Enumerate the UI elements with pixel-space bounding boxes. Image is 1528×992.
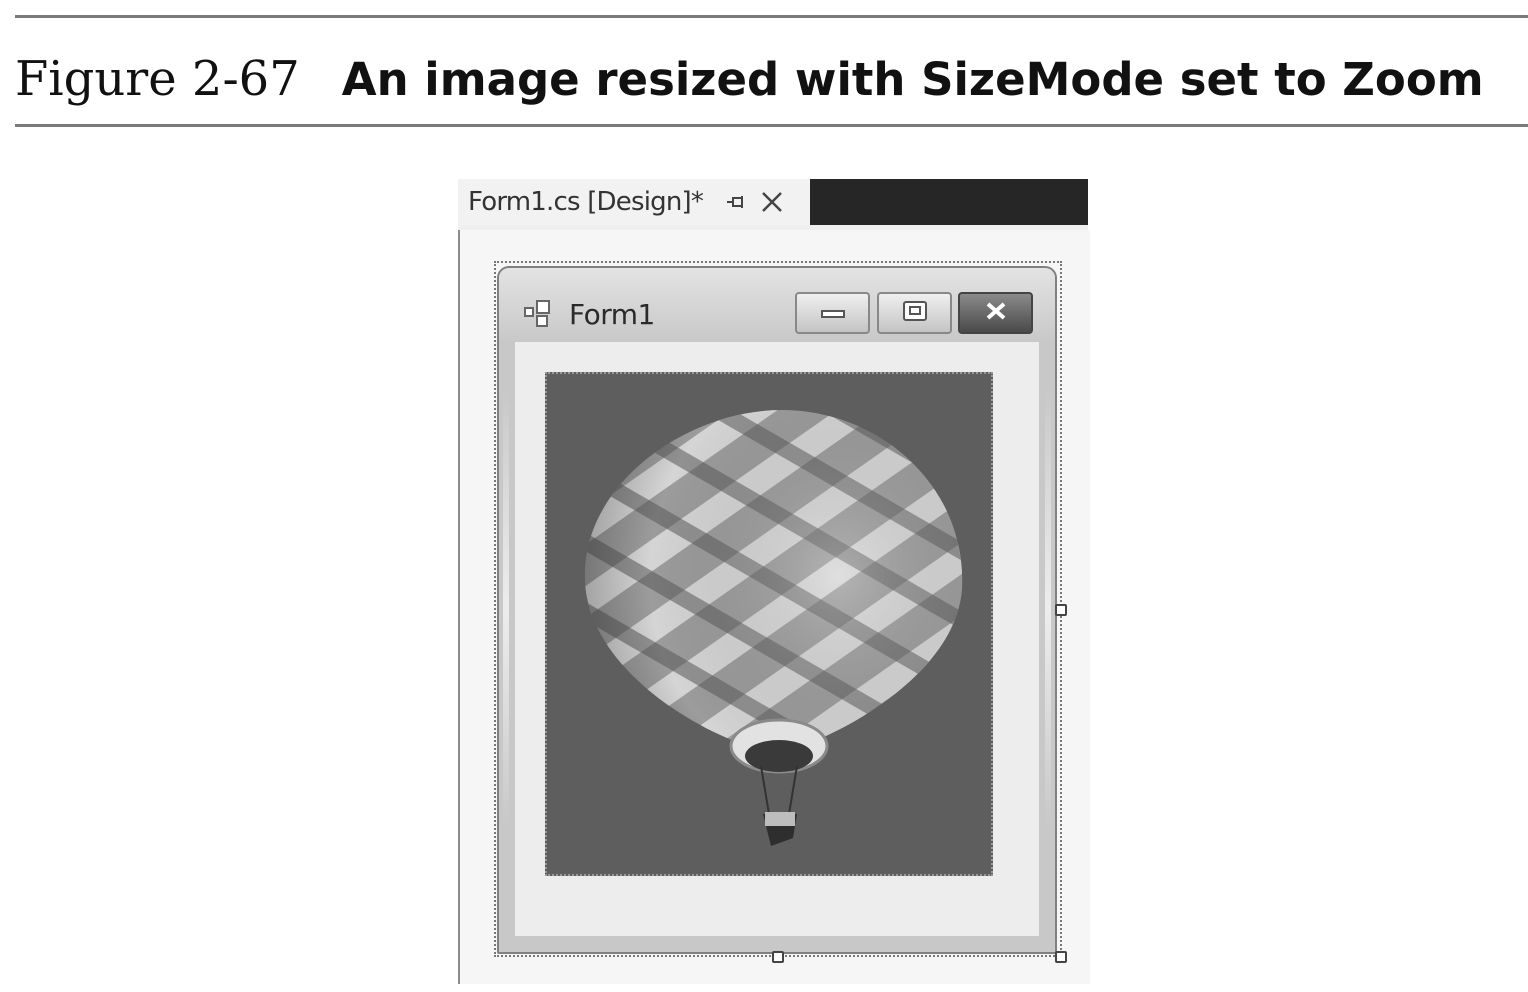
close-icon [983,300,1009,326]
figure-caption: Figure 2-67 An image resized with SizeMo… [15,44,1484,114]
form-title: Form1 [569,298,655,331]
pin-icon[interactable] [725,191,747,213]
bottom-rule [15,124,1528,127]
document-tab-label: Form1.cs [Design]* [468,187,704,217]
tab-strip-background [810,179,1088,225]
form-border-right [1045,388,1051,828]
resize-handle-right[interactable] [1055,604,1067,616]
form-app-icon [523,299,553,329]
document-tab[interactable]: Form1.cs [Design]* [458,179,810,225]
resize-handle-bottom-right[interactable] [1055,951,1067,963]
form-border-left [503,388,509,828]
maximize-button[interactable] [877,292,952,334]
close-icon[interactable] [759,189,785,215]
form-client-area[interactable] [515,342,1039,936]
form-titlebar[interactable]: Form1 [499,268,1055,340]
top-rule [15,15,1528,18]
figure-number: Figure 2-67 [15,51,300,107]
figure-title: An image resized with SizeMode set to Zo… [341,52,1484,106]
form-window[interactable]: Form1 [497,266,1057,954]
resize-handle-bottom[interactable] [772,951,784,963]
minimize-button[interactable] [795,292,870,334]
minimize-icon [820,304,846,323]
maximize-icon [902,300,928,326]
close-button[interactable] [958,292,1033,334]
picturebox[interactable] [545,372,993,876]
hot-air-balloon-image [584,410,963,846]
